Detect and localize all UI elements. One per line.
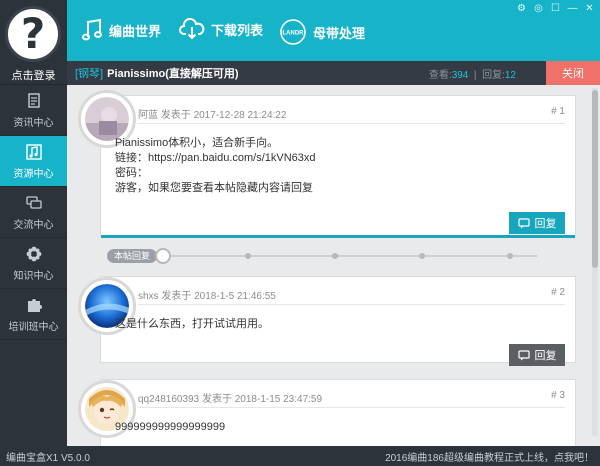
post-date: 2018-1-15 23:47:59	[234, 394, 323, 405]
chat-icon[interactable]: ◎	[532, 2, 545, 14]
login-area[interactable]: ? 点击登录	[0, 0, 67, 85]
thread-header: [钢琴] Pianissimo(直接解压可用) 查看:394 | 回复:12 关…	[67, 61, 600, 85]
post-body: 这是什么东西，打开试试用用。	[115, 317, 269, 332]
post-date: 2017-12-28 21:24:22	[193, 110, 287, 121]
divider	[138, 123, 565, 124]
post-body: 999999999999999999	[115, 420, 225, 435]
timeline-dot[interactable]	[507, 253, 513, 259]
status-bar: 编曲宝盒X1 V5.0.0 2016编曲186超级编曲教程正式上线，点我吧！	[0, 446, 600, 466]
mastering-button[interactable]: LANDR 母带处理	[279, 18, 365, 46]
post-line: 999999999999999999	[115, 421, 226, 433]
knowledge-flower-icon	[26, 246, 41, 261]
views-label: 查看:	[428, 69, 452, 81]
post-number: # 1	[551, 106, 565, 117]
close-thread-button[interactable]: 关闭	[546, 61, 600, 85]
sidebar-item-resources[interactable]: 资源中心	[0, 136, 73, 187]
sidebar-item-label: 交流中心	[13, 219, 54, 231]
post-accent-bar	[101, 235, 575, 238]
post-date: 2018-1-5 21:46:55	[194, 291, 276, 302]
post-body: Pianissimo体积小，适合新手向。 链接：https://pan.baid…	[115, 136, 316, 196]
thread-content: 阿蓝 发表于 2017-12-28 21:24:22 # 1 Pianissim…	[67, 85, 600, 446]
replies-timeline: 本帖回复	[107, 245, 537, 267]
reply-label: 回复	[534, 218, 557, 230]
timeline-dot[interactable]	[245, 253, 251, 259]
login-label[interactable]: 点击登录	[0, 67, 67, 83]
timeline-line	[159, 255, 537, 257]
timeline-dot[interactable]	[419, 253, 425, 259]
avatar[interactable]: ?	[5, 6, 61, 62]
top-toolbar: 编曲世界 下载列表 LANDR 母带处理 ⚙ ◎ ☐ — ✕	[67, 0, 600, 61]
landr-logo-text: LANDR	[283, 31, 305, 37]
arrangement-world-button[interactable]: 编曲世界	[81, 18, 161, 42]
post-number: # 2	[551, 287, 565, 298]
gear-icon[interactable]: ⚙	[515, 2, 528, 14]
replies-count: 12	[504, 69, 516, 81]
music-note-icon	[25, 143, 42, 160]
sidebar-item-label: 培训班中心	[8, 321, 59, 333]
timeline-dot[interactable]	[332, 253, 338, 259]
divider	[138, 407, 565, 408]
button-label: 下载列表	[211, 22, 264, 38]
cloud-download-icon	[179, 18, 205, 40]
post-line: 密码：	[115, 167, 148, 179]
document-icon	[27, 92, 40, 108]
post-meta: 阿蓝 发表于 2017-12-28 21:24:22	[138, 106, 286, 121]
landr-logo-icon: LANDR	[280, 19, 306, 45]
views-count: 394	[451, 69, 469, 81]
divider	[138, 304, 565, 305]
scrollbar-thumb[interactable]	[592, 90, 598, 268]
reply-button[interactable]: 回复	[509, 212, 565, 234]
scrollbar[interactable]	[592, 88, 598, 436]
posted-label: 发表于	[161, 291, 192, 302]
button-label: 母带处理	[313, 25, 366, 41]
thread-category-tag: [钢琴]	[75, 68, 104, 80]
sidebar-item-knowledge[interactable]: 知识中心	[0, 238, 67, 289]
sidebar-item-news[interactable]: 资讯中心	[0, 85, 67, 136]
post-meta: shxs 发表于 2018-1-5 21:46:55	[138, 287, 276, 302]
shirt-icon[interactable]: ☐	[549, 2, 562, 14]
thread-title: Pianissimo(直接解压可用)	[107, 68, 239, 80]
chat-bubbles-icon	[25, 195, 42, 209]
announcement-link[interactable]: 2016编曲186超级编曲教程正式上线，点我吧！	[385, 449, 594, 464]
replies-label: 回复:	[482, 69, 505, 81]
user-avatar-photo-icon	[85, 97, 129, 141]
post-line: 这是什么东西，打开试试用用。	[115, 318, 269, 330]
close-icon[interactable]: ✕	[583, 2, 596, 14]
timeline-label: 本帖回复	[107, 249, 157, 263]
sidebar: ? 点击登录 资讯中心 资源中心 交流中心 知识中心 培训班中心	[0, 0, 73, 446]
sidebar-item-label: 知识中心	[13, 270, 54, 282]
chat-icon	[517, 217, 530, 228]
post-author[interactable]: shxs	[138, 291, 159, 302]
sidebar-item-training[interactable]: 培训班中心	[0, 289, 67, 340]
sidebar-item-community[interactable]: 交流中心	[0, 187, 67, 238]
post-author[interactable]: qq248160393	[138, 394, 199, 405]
question-mark-icon: ?	[20, 9, 46, 58]
chat-icon	[517, 349, 530, 360]
post-author[interactable]: 阿蓝	[138, 110, 158, 121]
post-number: # 3	[551, 390, 565, 401]
hidden-content-notice: 游客，如果您要查看本帖隐藏内容请回复	[115, 182, 313, 194]
post-meta: qq248160393 发表于 2018-1-15 23:47:59	[138, 390, 322, 405]
button-label: 编曲世界	[109, 23, 162, 39]
minimize-icon[interactable]: —	[566, 2, 579, 14]
window-controls: ⚙ ◎ ☐ — ✕	[515, 2, 596, 14]
post-link[interactable]: 链接：https://pan.baidu.com/s/1kVN63xd	[115, 151, 316, 166]
reply-label: 回复	[534, 350, 557, 362]
thread-stats: 查看:394 | 回复:12	[428, 69, 516, 81]
post-3: qq248160393 发表于 2018-1-15 23:47:59 # 3 9…	[78, 379, 576, 446]
app-version: 编曲宝盒X1 V5.0.0	[6, 452, 90, 464]
posted-label: 发表于	[201, 394, 232, 405]
puzzle-icon	[27, 298, 42, 312]
post-line: Pianissimo体积小，适合新手向。	[115, 137, 279, 149]
sidebar-item-label: 资讯中心	[13, 117, 54, 129]
sidebar-item-label: 资源中心	[13, 168, 54, 180]
timeline-knob[interactable]	[155, 248, 171, 264]
post-1: 阿蓝 发表于 2017-12-28 21:24:22 # 1 Pianissim…	[78, 90, 576, 238]
music-note-icon	[82, 18, 102, 41]
reply-button[interactable]: 回复	[509, 344, 565, 366]
download-list-button[interactable]: 下载列表	[179, 18, 263, 40]
posted-label: 发表于	[160, 110, 191, 121]
post-2: shxs 发表于 2018-1-5 21:46:55 # 2 这是什么东西，打开…	[78, 276, 576, 366]
